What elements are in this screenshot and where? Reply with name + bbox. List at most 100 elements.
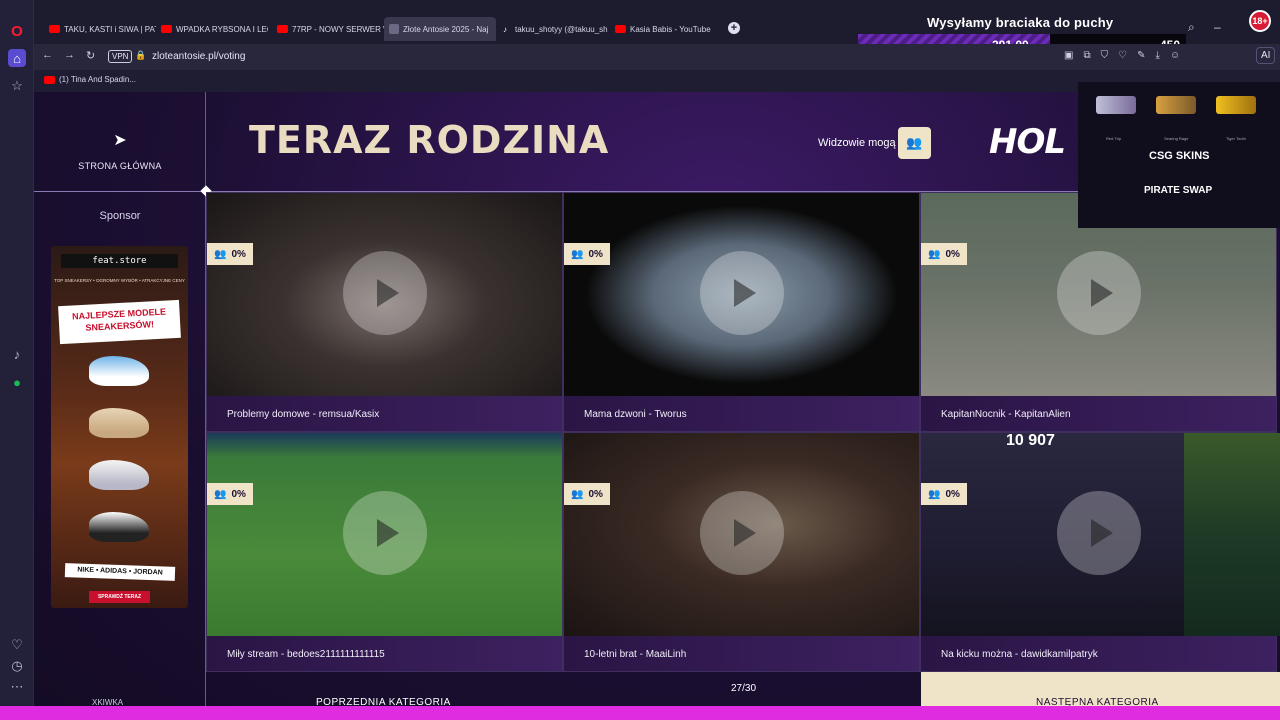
users-icon: 👥 [214, 488, 227, 500]
sneaker-image [89, 460, 149, 490]
vote-percent: 👥 0% [207, 483, 253, 505]
users-icon: 👥 [571, 248, 584, 260]
tab-5[interactable]: ♪ takuu_shotyy (@takuu_sh [498, 17, 610, 41]
url-field[interactable]: zloteantosie.pl/voting [152, 51, 245, 62]
page-icon [389, 24, 399, 34]
category-counter: 27/30 [731, 683, 757, 694]
play-icon [1090, 279, 1113, 307]
viewers-vote-button[interactable]: 👥 [898, 127, 931, 159]
play-button[interactable] [342, 251, 427, 335]
users-icon: 👥 [571, 488, 584, 500]
video-card[interactable]: 👥 0% Mama dzwoni - Tworus [563, 192, 920, 432]
skin-image [1156, 96, 1196, 114]
video-card[interactable]: 👥 0% 10-letni brat - MaaiLinh [563, 432, 920, 672]
video-card[interactable]: 👥 0% Problemy domowe - remsua/Kasix [206, 192, 563, 432]
heart-icon[interactable]: ♡ [1118, 50, 1127, 61]
play-icon [733, 519, 756, 547]
play-icon [376, 519, 399, 547]
video-card[interactable]: 👥 0% Miły stream - bedoes2111111111115 [206, 432, 563, 672]
percent-value: 0% [588, 248, 603, 260]
star-icon[interactable]: ☆ [8, 77, 26, 95]
vote-percent: 👥 0% [921, 483, 967, 505]
vote-percent: 👥 0% [564, 483, 610, 505]
tab-1[interactable]: TAKU, KASTI i SIWA | PATR [44, 17, 156, 41]
sponsor-overlay: Red Trip Searing Rage Tiger Tooth CSG SK… [1078, 82, 1280, 228]
bookmark-item[interactable]: (1) Tina And Spadin... [44, 75, 136, 84]
youtube-icon [44, 75, 55, 84]
stream-counter: 10 907 [1006, 432, 1055, 449]
tab-label: WPADKA RYBSONA I LEQ [176, 24, 268, 34]
play-button[interactable] [1056, 491, 1141, 575]
video-title: KapitanNocnik - KapitanAlien [921, 396, 1276, 431]
users-icon: 👥 [928, 488, 941, 500]
play-icon [733, 279, 756, 307]
download-icon[interactable]: ⤓ [1155, 50, 1159, 61]
reload-icon[interactable]: ↻ [86, 49, 95, 62]
profile-icon[interactable]: ☺ [1170, 50, 1180, 61]
ai-button[interactable]: AI [1256, 47, 1276, 64]
tiktok-icon[interactable]: ♪ [8, 345, 26, 363]
sneaker-image [89, 408, 149, 438]
play-button[interactable] [699, 491, 784, 575]
tab-3[interactable]: 77RP - NOWY SERWER W [272, 17, 384, 41]
video-title: Na kicku można - dawidkamilpatryk [921, 636, 1276, 671]
more-icon[interactable]: ⋯ [8, 678, 26, 696]
sponsor-ad[interactable]: feat.store TOP SNEAKERSY • OGROMNY WYBÓR… [51, 246, 188, 608]
home-icon[interactable]: ⌂ [8, 49, 26, 67]
video-card[interactable]: 👥 0% KapitanNocnik - KapitanAlien [920, 192, 1277, 432]
category-title: TERAZ RODZINA [249, 118, 610, 162]
box-icon[interactable]: ⧉ [1083, 50, 1090, 61]
brand-logo: HOL [989, 122, 1066, 162]
shield-icon[interactable]: ⛉ [1101, 50, 1109, 61]
play-button[interactable] [342, 491, 427, 575]
heart-icon[interactable]: ♡ [8, 636, 26, 654]
home-label: STRONA GŁÓWNA [78, 161, 162, 171]
streamer-webcam [1184, 433, 1280, 636]
video-title: Miły stream - bedoes2111111111115 [207, 636, 562, 671]
percent-value: 0% [231, 248, 246, 260]
vote-percent: 👥 0% [207, 243, 253, 265]
sneaker-image [89, 512, 149, 542]
ad-cta-button[interactable]: SPRAWDŹ TERAZ [89, 591, 150, 603]
vote-percent: 👥 0% [564, 243, 610, 265]
ad-brands: NIKE • ADIDAS • JORDAN [64, 563, 176, 581]
history-icon[interactable]: ◷ [8, 657, 26, 675]
camera-icon[interactable]: ▣ [1064, 50, 1073, 61]
search-tabs-icon[interactable]: ⌕ [1188, 20, 1195, 35]
minimize-icon[interactable]: – [1214, 20, 1221, 34]
skin-label: Tiger Tooth [1226, 136, 1246, 141]
tab-label: Kasia Babis - YouTube [630, 24, 711, 34]
tab-label: 77RP - NOWY SERWER W [292, 24, 384, 34]
forward-icon[interactable]: → [64, 49, 75, 61]
pirateswap-logo: PIRATE SWAP [1144, 185, 1213, 196]
back-icon[interactable]: ← [42, 49, 53, 61]
new-tab-button[interactable]: + [728, 22, 740, 34]
sneaker-image [89, 356, 149, 386]
overlay-goal-title: Wysyłamy braciaka do puchy [927, 15, 1114, 30]
stream-bottom-bar [0, 706, 1280, 720]
tab-label: takuu_shotyy (@takuu_sh [515, 24, 608, 34]
youtube-icon [161, 25, 172, 33]
arrow-left-icon: ➤ [113, 132, 127, 149]
opera-logo-icon[interactable]: O [8, 22, 26, 40]
tab-6[interactable]: Kasia Babis - YouTube [610, 17, 722, 41]
youtube-icon [615, 25, 626, 33]
home-link[interactable]: ➤ STRONA GŁÓWNA [34, 130, 206, 174]
play-button[interactable] [1056, 251, 1141, 335]
percent-value: 0% [945, 248, 960, 260]
spotify-icon[interactable]: ● [8, 373, 26, 391]
tab-4-active[interactable]: Złote Antosie 2025 - Naj [384, 17, 496, 41]
browser-sidebar: O ⌂ ☆ ♪ ● ♡ ◷ ⋯ [0, 0, 34, 720]
users-icon: 👥 [906, 135, 923, 150]
tab-2[interactable]: WPADKA RYBSONA I LEQ [156, 17, 268, 41]
play-button[interactable] [699, 251, 784, 335]
csgskins-logo: CSG SKINS [1149, 150, 1210, 162]
pen-icon[interactable]: ✎ [1137, 50, 1145, 61]
lock-icon[interactable]: 🔒 [135, 50, 146, 61]
address-bar: ← → ↻ VPN 🔒 zloteantosie.pl/voting ▣ ⧉ ⛉… [34, 44, 1280, 70]
vpn-badge[interactable]: VPN [108, 50, 133, 63]
users-icon: 👥 [214, 248, 227, 260]
extension-icons: ▣ ⧉ ⛉ ♡ ✎ ⤓ ☺ [1064, 50, 1180, 61]
ad-tagline: TOP SNEAKERSY • OGROMNY WYBÓR • ATRAKCYJ… [54, 278, 185, 283]
ad-brand: feat.store [61, 254, 178, 268]
